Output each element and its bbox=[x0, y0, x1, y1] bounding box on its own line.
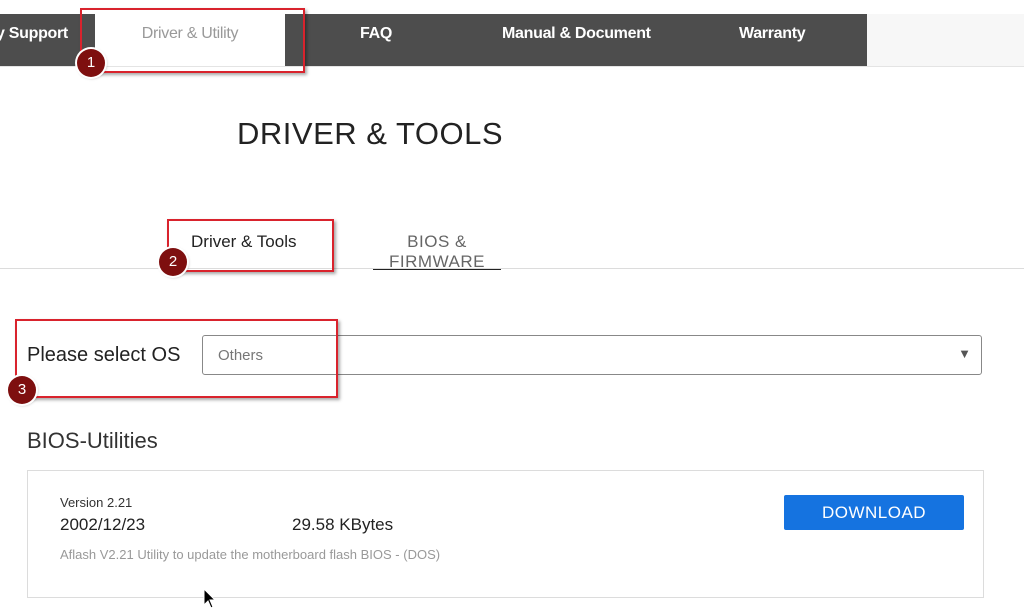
annotation-marker-1: 1 bbox=[77, 49, 105, 77]
tab-bios-firmware[interactable]: BIOS & FIRMWARE bbox=[373, 232, 501, 271]
nav-item-warranty[interactable]: Warranty bbox=[739, 14, 806, 66]
tabs-divider bbox=[0, 268, 1024, 269]
item-version: Version 2.21 bbox=[60, 495, 133, 510]
section-title: BIOS-Utilities bbox=[27, 428, 158, 453]
chevron-down-icon: ▼ bbox=[958, 346, 971, 361]
item-size: 29.58 KBytes bbox=[292, 515, 394, 534]
nav-item-support[interactable]: y Support bbox=[0, 14, 76, 66]
item-date: 2002/12/23 bbox=[60, 515, 146, 534]
nav-extension bbox=[867, 14, 1024, 67]
annotation-box-3 bbox=[15, 319, 338, 398]
annotation-marker-2: 2 bbox=[159, 248, 187, 276]
page-title: DRIVER & TOOLS bbox=[237, 116, 503, 151]
annotation-box-1 bbox=[80, 8, 305, 73]
download-item-card: Version 2.21 2002/12/23 29.58 KBytes Afl… bbox=[27, 470, 984, 598]
nav-item-faq[interactable]: FAQ bbox=[360, 14, 392, 66]
nav-item-manual-document[interactable]: Manual & Document bbox=[502, 14, 651, 66]
download-button[interactable]: DOWNLOAD bbox=[784, 495, 964, 530]
mouse-cursor-icon bbox=[203, 588, 217, 609]
annotation-marker-3: 3 bbox=[8, 376, 36, 404]
item-description: Aflash V2.21 Utility to update the mothe… bbox=[60, 547, 441, 562]
annotation-box-2 bbox=[167, 219, 334, 272]
